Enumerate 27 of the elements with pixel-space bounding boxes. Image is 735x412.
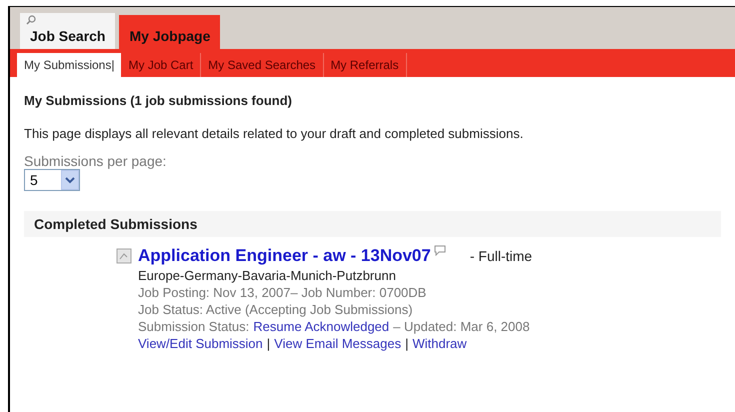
action-link[interactable]: View/Edit Submission	[138, 335, 263, 352]
job-title-link[interactable]: Application Engineer - aw - 13Nov07	[138, 245, 431, 267]
updated-date: – Updated: Mar 6, 2008	[393, 318, 530, 335]
comment-icon	[434, 245, 446, 256]
search-icon	[26, 15, 36, 25]
submission-status-label: Submission Status:	[138, 318, 250, 335]
job-status: Job Status: Active (Accepting Job Submissions)	[138, 301, 414, 318]
dropdown-icon	[61, 170, 79, 190]
section-header: Completed Submissions	[24, 211, 721, 237]
page-heading: My Submissions (1 job submissions found)	[24, 93, 293, 108]
main-tab[interactable]: My Jobpage	[119, 15, 220, 49]
sub-tab[interactable]: My Submissions|	[17, 53, 122, 77]
sub-tab[interactable]: My Saved Searches	[201, 53, 324, 77]
action-link[interactable]: Withdraw	[412, 335, 467, 352]
job-posting: Job Posting: Nov 13, 2007– Job Number: 0700DB	[138, 284, 428, 301]
per-page-label: Submissions per page:	[24, 153, 168, 169]
description-text: This page displays all relevant details related to your draft and completed submissions.	[24, 126, 524, 141]
sub-tab[interactable]: My Job Cart	[121, 53, 202, 77]
separator: |	[405, 335, 408, 352]
per-page-select[interactable]: 5	[24, 169, 80, 191]
main-tab[interactable]: Job Search	[20, 13, 116, 49]
job-type: - Full-time	[470, 247, 532, 266]
job-location: Europe-Germany-Bavaria-Munich-Putzbrunn	[138, 267, 397, 284]
action-link[interactable]: View Email Messages	[274, 335, 402, 352]
sub-tab[interactable]: My Referrals	[324, 53, 407, 77]
separator: |	[266, 335, 270, 352]
status-link[interactable]: Resume Acknowledged	[253, 318, 390, 335]
